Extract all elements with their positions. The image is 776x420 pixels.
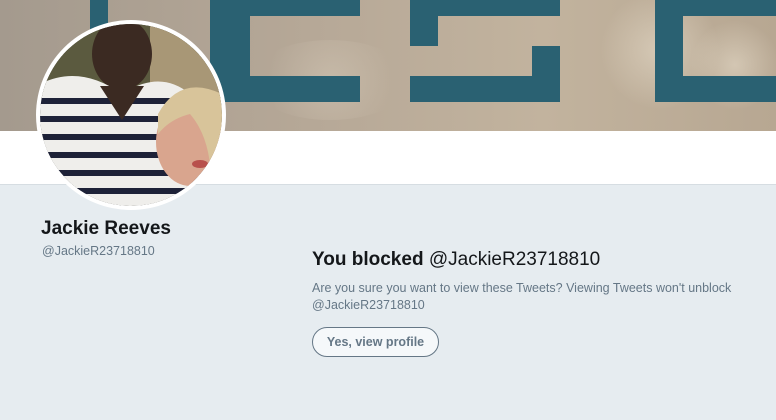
profile-handle: @JackieR23718810 xyxy=(42,244,155,258)
avatar-photo xyxy=(40,24,222,206)
blocked-notice: You blocked @JackieR23718810 Are you sur… xyxy=(312,249,752,314)
profile-name: Jackie Reeves xyxy=(41,218,171,239)
view-profile-button[interactable]: Yes, view profile xyxy=(312,327,439,357)
blocked-title: You blocked @JackieR23718810 xyxy=(312,249,752,271)
blocked-title-prefix: You blocked xyxy=(312,249,424,270)
profile-avatar[interactable] xyxy=(36,20,226,210)
blocked-title-handle: @JackieR23718810 xyxy=(428,249,601,270)
blocked-description: Are you sure you want to view these Twee… xyxy=(312,281,732,312)
